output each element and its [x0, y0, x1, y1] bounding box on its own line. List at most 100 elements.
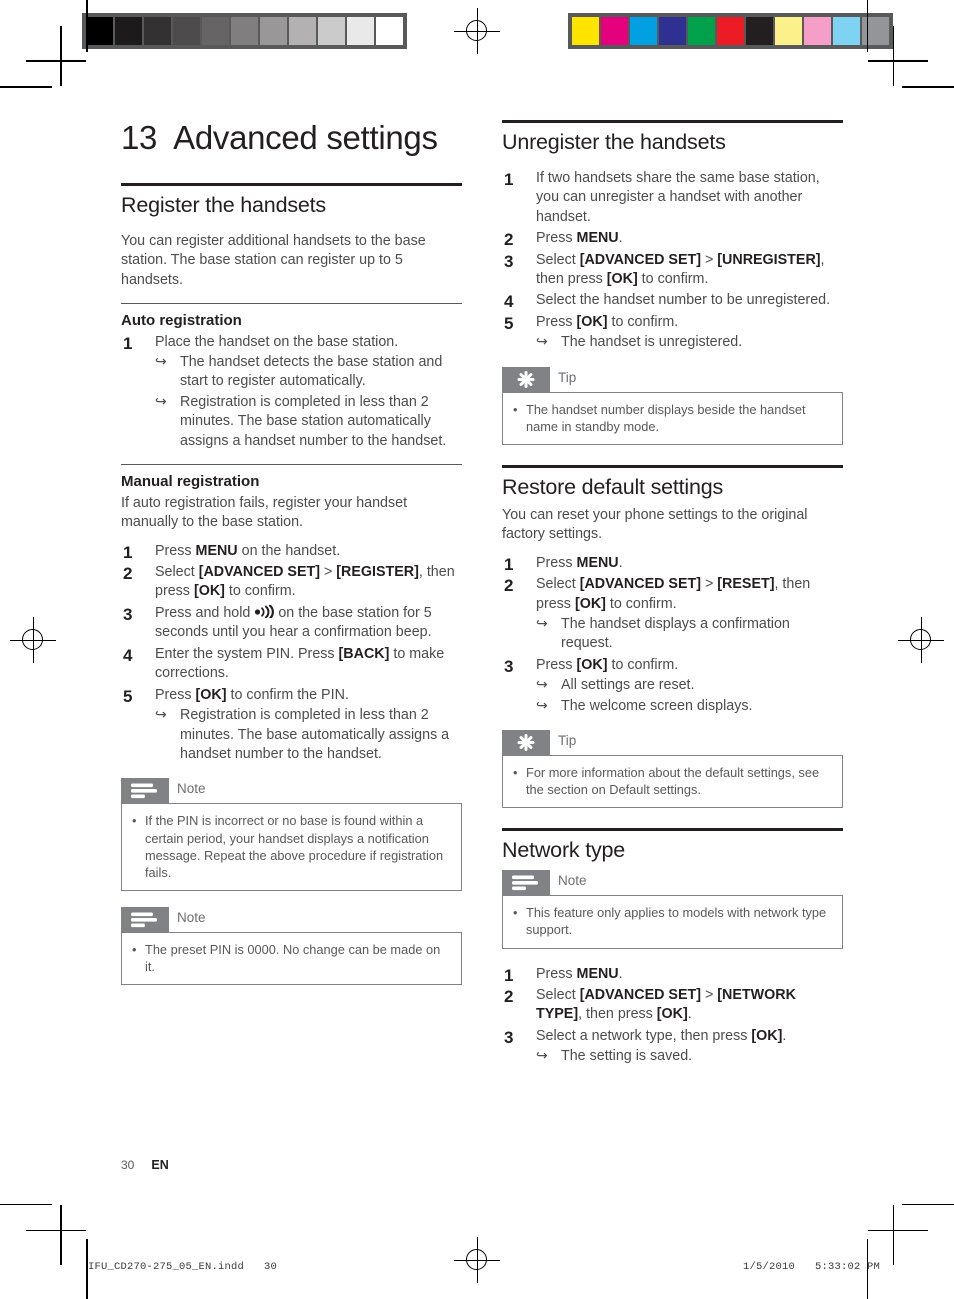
bullet-icon: •: [513, 905, 518, 921]
step-text-fragment: .: [618, 230, 623, 247]
step-text-fragment: Select: [155, 564, 199, 580]
step-item: 3 Press and hold on the base station for …: [121, 604, 462, 643]
subsection-heading-auto-registration: Auto registration: [121, 312, 242, 330]
result-arrow-icon: ↪: [155, 353, 167, 369]
callout-title: Tip: [558, 369, 577, 385]
chapter-title-text: Advanced settings: [173, 119, 438, 156]
callout-body: • If the PIN is incorrect or no base is f…: [121, 803, 462, 891]
step-number: 2: [504, 986, 514, 1006]
step-text-fragment: to confirm.: [224, 583, 296, 600]
section-heading-unregister: Unregister the handsets: [502, 130, 726, 154]
key-label: [OK]: [606, 270, 638, 287]
section-heading-network-type: Network type: [502, 838, 626, 863]
section-rule: [502, 120, 843, 123]
step-text-fragment: Press: [155, 542, 196, 559]
step-body: Press MENU.: [536, 555, 623, 571]
step-item: 1 Place the handset on the base station. ↪…: [121, 333, 462, 452]
step-number: 2: [504, 230, 514, 250]
step-text-fragment: Select: [536, 576, 580, 593]
step-body: Select [ADVANCED SET] > [NETWORK TYPE], …: [536, 987, 796, 1022]
step-body: Press MENU.: [536, 966, 623, 982]
step-item: 5 Press [OK] to confirm. ↪ The handset is u…: [502, 313, 843, 353]
step-item: 3 Select [ADVANCED SET] > [UNREGISTER], t…: [502, 251, 843, 290]
callout-item-text: If the PIN is incorrect or no base is fo…: [145, 813, 444, 880]
step-results: ↪ All settings are reset. ↪ The welcome scr…: [536, 676, 843, 716]
steps-restore: 1 Press MENU. 2 Select [ADVANCED SET] > [RE…: [502, 554, 843, 717]
subsection-intro-manual-registration: If auto registration fails, register you…: [121, 494, 408, 531]
callout-item: • The preset PIN is 0000. No change can b…: [132, 941, 451, 975]
step-body: Enter the system PIN. Press [BACK] to ma…: [155, 646, 444, 681]
step-text-fragment: Press: [536, 313, 577, 330]
key-label: [ADVANCED SET]: [198, 564, 320, 580]
callout-item-text: This feature only applies to models with…: [526, 905, 827, 938]
step-item: 3 Press [OK] to confirm. ↪ All settings are…: [502, 656, 843, 716]
step-body: Select [ADVANCED SET] > [RESET], then pr…: [536, 576, 810, 611]
step-text-fragment: Enter the system PIN. Press: [155, 645, 339, 662]
step-body: Select the handset number to be unregist…: [536, 292, 830, 308]
section-heading-restore: Restore default settings: [502, 475, 724, 500]
page-number-footer: 30 EN: [121, 1158, 169, 1172]
key-label: MENU: [576, 230, 619, 247]
left-column: 13 Advanced settings Register the handset…: [121, 119, 462, 1001]
bullet-icon: •: [132, 813, 137, 829]
key-label: [OK]: [193, 583, 225, 600]
step-body: Press [OK] to confirm the PIN.: [155, 687, 349, 703]
step-body: Select [ADVANCED SET] > [UNREGISTER], th…: [536, 252, 825, 287]
result-arrow-icon: ↪: [155, 706, 167, 723]
step-item: 4 Select the handset number to be unregis…: [502, 291, 843, 312]
step-text-fragment: Press: [536, 554, 577, 571]
step-body: Press [OK] to confirm.: [536, 314, 678, 330]
step-result-item: ↪ The handset displays a confirmation req…: [536, 615, 843, 654]
key-label: MENU: [195, 542, 238, 559]
callout-title: Tip: [558, 733, 577, 749]
tip-icon: [511, 734, 541, 752]
callout-item: • For more information about the default …: [513, 764, 832, 798]
steps-unregister: 1 If two handsets share the same base sta…: [502, 169, 843, 353]
step-text-fragment: to confirm.: [607, 656, 679, 673]
step-number: 4: [504, 292, 514, 312]
step-body: Press MENU.: [536, 230, 623, 246]
callout-item: • This feature only applies to models wit…: [513, 904, 832, 938]
callout-body: • This feature only applies to models wit…: [502, 895, 843, 949]
callout-body: • The preset PIN is 0000. No change can b…: [121, 931, 462, 986]
callout-header: Note: [121, 778, 462, 804]
key-label: [ADVANCED SET]: [579, 251, 701, 268]
result-arrow-icon: ↪: [536, 676, 548, 693]
step-result-item: ↪ The handset is unregistered.: [536, 333, 843, 352]
step-body: If two handsets share the same base stat…: [536, 170, 820, 225]
step-number: 2: [123, 564, 133, 583]
callout-body: • The handset number displays beside the …: [502, 391, 843, 446]
step-item: 1 Press MENU on the handset.: [121, 542, 462, 562]
callout-body: • For more information about the default …: [502, 755, 843, 809]
note-icon: [130, 911, 160, 928]
step-text-fragment: If two handsets share the same base stat…: [536, 169, 820, 225]
step-results: ↪ The handset is unregistered.: [536, 333, 843, 352]
key-label: [ADVANCED SET]: [579, 576, 701, 593]
step-text-fragment: .: [618, 965, 623, 982]
step-number: 5: [123, 686, 133, 706]
bullet-icon: •: [132, 941, 137, 957]
step-body: Press [OK] to confirm.: [536, 657, 678, 673]
step-text-fragment: Place the handset on the base station.: [155, 333, 399, 350]
callout-title: Note: [558, 873, 587, 889]
section-intro-restore: You can reset your phone settings to the…: [502, 506, 808, 543]
key-label: [OK]: [574, 595, 606, 612]
result-text: Registration is completed in less than 2…: [180, 393, 447, 449]
step-text-fragment: .: [618, 554, 623, 571]
step-item: 2 Press MENU.: [502, 229, 843, 250]
step-number: 5: [504, 313, 514, 333]
step-body: Place the handset on the base station.: [155, 334, 398, 350]
step-number: 3: [504, 251, 514, 271]
note-icon: [511, 874, 541, 891]
result-text: The handset displays a confirmation requ…: [561, 616, 790, 652]
step-item: 1 Press MENU.: [502, 554, 843, 574]
step-item: 1 If two handsets share the same base sta…: [502, 169, 843, 227]
step-body: Select [ADVANCED SET] > [REGISTER], then…: [155, 564, 455, 599]
step-text-fragment: .: [782, 1027, 787, 1044]
step-text-fragment: to confirm.: [637, 270, 709, 287]
key-label: MENU: [576, 554, 619, 571]
manual-page: 13 Advanced settings Register the handset…: [0, 0, 954, 1291]
step-item: 2 Select [ADVANCED SET] > [NETWORK TYPE],…: [502, 986, 843, 1025]
section-rule: [502, 465, 843, 469]
key-label: [OK]: [195, 686, 227, 703]
